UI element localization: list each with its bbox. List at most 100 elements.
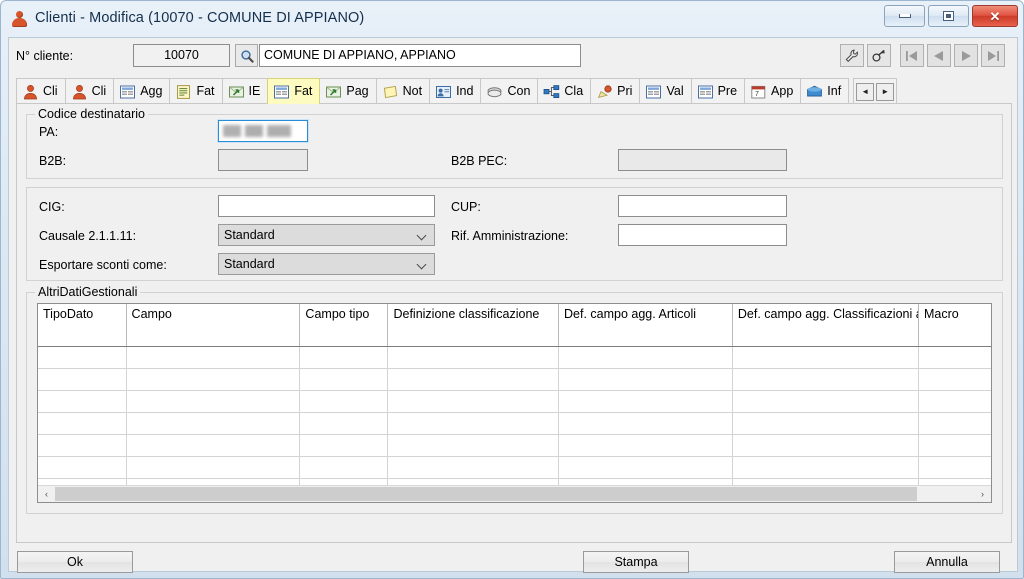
column-header[interactable]: Definizione classificazione bbox=[387, 304, 559, 347]
tab-app-14[interactable]: 7 App bbox=[744, 78, 802, 104]
ok-button[interactable]: Ok bbox=[17, 551, 133, 573]
table-cell[interactable] bbox=[387, 368, 559, 391]
table-cell[interactable] bbox=[38, 434, 127, 457]
tab-fat-5[interactable]: Fat bbox=[267, 78, 321, 104]
tab-inf-15[interactable]: Inf bbox=[800, 78, 850, 104]
tab-agg-2[interactable]: Agg bbox=[113, 78, 171, 104]
maximize-button[interactable] bbox=[928, 5, 969, 27]
altri-dati-grid[interactable]: TipoDato Campo Campo tipo Definizione class… bbox=[37, 303, 992, 503]
stampa-button[interactable]: Stampa bbox=[583, 551, 689, 573]
table-row[interactable] bbox=[38, 346, 991, 369]
tools-wrench-icon[interactable] bbox=[840, 44, 864, 67]
tab-ie-4[interactable]: IE bbox=[221, 78, 269, 104]
table-cell[interactable] bbox=[299, 434, 389, 457]
table-cell[interactable] bbox=[126, 412, 301, 435]
table-cell[interactable] bbox=[558, 390, 733, 413]
b2b-pec-input[interactable] bbox=[618, 149, 787, 171]
tab-pag-6[interactable]: Pag bbox=[319, 78, 377, 104]
table-cell[interactable] bbox=[299, 390, 389, 413]
tab-cla-10[interactable]: Cla bbox=[537, 78, 592, 104]
tab-cli-0[interactable]: Cli bbox=[16, 78, 66, 104]
table-cell[interactable] bbox=[918, 368, 991, 391]
table-cell[interactable] bbox=[387, 456, 559, 479]
annulla-button[interactable]: Annulla bbox=[894, 551, 1000, 573]
table-cell[interactable] bbox=[732, 434, 920, 457]
tab-con-9[interactable]: Con bbox=[480, 78, 539, 104]
scroll-thumb[interactable] bbox=[55, 487, 917, 501]
table-cell[interactable] bbox=[732, 346, 920, 369]
table-row[interactable] bbox=[38, 390, 991, 413]
causale-select[interactable]: Standard bbox=[218, 224, 435, 246]
grid-horizontal-scrollbar[interactable]: ‹ › bbox=[38, 485, 991, 502]
tab-cli-1[interactable]: Cli bbox=[64, 78, 115, 104]
table-cell[interactable] bbox=[558, 434, 733, 457]
table-cell[interactable] bbox=[126, 368, 301, 391]
table-cell[interactable] bbox=[38, 390, 127, 413]
tab-ind-8[interactable]: Ind bbox=[429, 78, 482, 104]
table-cell[interactable] bbox=[299, 456, 389, 479]
table-cell[interactable] bbox=[126, 434, 301, 457]
table-cell[interactable] bbox=[299, 368, 389, 391]
column-header[interactable]: Def. campo agg. Classificazioni articoli bbox=[732, 304, 920, 347]
client-number-input[interactable]: 10070 bbox=[133, 44, 230, 67]
next-record-icon[interactable] bbox=[954, 44, 978, 67]
table-cell[interactable] bbox=[558, 368, 733, 391]
column-header[interactable]: Def. campo agg. Articoli bbox=[558, 304, 733, 347]
table-cell[interactable] bbox=[387, 390, 559, 413]
table-cell[interactable] bbox=[732, 368, 920, 391]
table-cell[interactable] bbox=[387, 412, 559, 435]
tab-scroll-prev-button[interactable]: ◄ bbox=[856, 82, 875, 101]
table-cell[interactable] bbox=[299, 412, 389, 435]
table-cell[interactable] bbox=[126, 346, 301, 369]
scroll-track[interactable] bbox=[55, 486, 974, 502]
client-name-input[interactable]: COMUNE DI APPIANO, APPIANO bbox=[259, 44, 581, 67]
table-cell[interactable] bbox=[732, 412, 920, 435]
cig-input[interactable] bbox=[218, 195, 435, 217]
table-cell[interactable] bbox=[38, 368, 127, 391]
table-row[interactable] bbox=[38, 456, 991, 479]
scroll-left-button[interactable]: ‹ bbox=[38, 486, 55, 502]
table-cell[interactable] bbox=[38, 456, 127, 479]
table-cell[interactable] bbox=[558, 412, 733, 435]
table-row[interactable] bbox=[38, 368, 991, 391]
table-cell[interactable] bbox=[918, 346, 991, 369]
tab-pre-13[interactable]: Pre bbox=[690, 78, 746, 104]
table-cell[interactable] bbox=[732, 456, 920, 479]
previous-record-icon[interactable] bbox=[927, 44, 951, 67]
table-cell[interactable] bbox=[387, 434, 559, 457]
esportare-sconti-select[interactable]: Standard bbox=[218, 253, 435, 275]
close-button[interactable]: ✕ bbox=[972, 5, 1018, 27]
rif-amministrazione-input[interactable] bbox=[618, 224, 787, 246]
table-cell[interactable] bbox=[918, 390, 991, 413]
table-cell[interactable] bbox=[558, 346, 733, 369]
goto-link-icon[interactable] bbox=[867, 44, 891, 67]
b2b-input[interactable] bbox=[218, 149, 308, 171]
column-header[interactable]: TipoDato bbox=[38, 304, 127, 347]
table-cell[interactable] bbox=[299, 346, 389, 369]
client-lookup-button[interactable] bbox=[235, 44, 258, 67]
tab-pri-11[interactable]: Pri bbox=[590, 78, 641, 104]
table-cell[interactable] bbox=[918, 434, 991, 457]
tab-not-7[interactable]: Not bbox=[375, 78, 431, 104]
tab-val-12[interactable]: Val bbox=[639, 78, 692, 104]
table-cell[interactable] bbox=[558, 456, 733, 479]
scroll-right-button[interactable]: › bbox=[974, 486, 991, 502]
table-cell[interactable] bbox=[38, 412, 127, 435]
tab-fat-3[interactable]: Fat bbox=[169, 78, 223, 104]
column-header[interactable]: Macro bbox=[918, 304, 991, 347]
cup-input[interactable] bbox=[618, 195, 787, 217]
table-cell[interactable] bbox=[387, 346, 559, 369]
tab-scroll-next-button[interactable]: ► bbox=[876, 82, 895, 101]
table-cell[interactable] bbox=[732, 390, 920, 413]
table-cell[interactable] bbox=[126, 456, 301, 479]
table-row[interactable] bbox=[38, 434, 991, 457]
table-cell[interactable] bbox=[918, 412, 991, 435]
first-record-icon[interactable] bbox=[900, 44, 924, 67]
column-header[interactable]: Campo bbox=[126, 304, 301, 347]
column-header[interactable]: Campo tipo bbox=[299, 304, 389, 347]
pa-input[interactable] bbox=[217, 119, 309, 143]
table-cell[interactable] bbox=[918, 456, 991, 479]
table-cell[interactable] bbox=[126, 390, 301, 413]
last-record-icon[interactable] bbox=[981, 44, 1005, 67]
minimize-button[interactable] bbox=[884, 5, 925, 27]
